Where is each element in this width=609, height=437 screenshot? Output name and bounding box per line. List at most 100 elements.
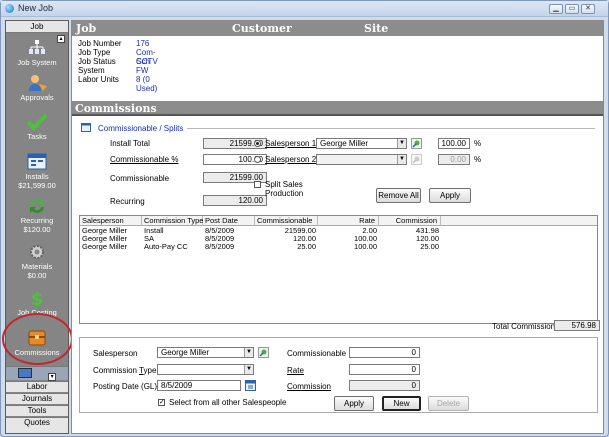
section-title: Commissions: [72, 101, 603, 116]
title-bar: New Job ▁ ▭ ✕: [1, 1, 608, 17]
app-window: New Job ▁ ▭ ✕ Job ▴ Job System Approvals…: [0, 0, 609, 437]
select-all-salespeople-checkbox[interactable]: ✓: [158, 399, 165, 406]
total-commission-label: Total Commission: [492, 322, 556, 331]
group-divider: [187, 128, 595, 129]
cell-commission-type: Auto-Pay CC: [144, 242, 188, 251]
sidebar-item-amount: $0.00: [27, 271, 47, 280]
salesperson2-pct-sign: %: [474, 155, 482, 164]
dropdown-icon[interactable]: ▾: [48, 373, 57, 381]
job-header-bar: Job Customer Site: [72, 21, 603, 36]
highlight-circle: [2, 313, 73, 365]
chevron-down-icon[interactable]: ▼: [244, 365, 253, 374]
entry-new-button[interactable]: New: [382, 396, 421, 411]
entry-commission-type-label: Commission Type: [93, 366, 157, 375]
sidebar-tab-journals[interactable]: Journals: [6, 393, 68, 404]
sidebar-item-label: Job System: [17, 58, 57, 67]
salesperson2-pct-input[interactable]: 0.00: [438, 154, 470, 165]
hierarchy-icon: [26, 39, 48, 57]
maximize-button[interactable]: ▭: [565, 4, 579, 14]
entry-commission-label: Commission: [287, 382, 332, 391]
sidebar-item-label: Recurring: [20, 216, 54, 225]
column-header[interactable]: Commissionable: [255, 216, 318, 226]
gear-icon: [26, 243, 48, 261]
close-button[interactable]: ✕: [581, 4, 595, 14]
installs-window-icon: [26, 153, 48, 171]
table-row[interactable]: George Miller Auto-Pay CC 8/5/2009 25.00…: [80, 243, 597, 251]
entry-salesperson-label: Salesperson: [93, 349, 138, 358]
salesperson1-pct-input[interactable]: 100.00: [438, 138, 470, 149]
job-number-value: 176: [136, 39, 150, 48]
sidebar-tab-quotes[interactable]: Quotes: [6, 417, 68, 433]
remove-all-button[interactable]: Remove All: [376, 188, 421, 203]
cell-post-date: 8/5/2009: [205, 242, 235, 251]
salesperson2-lookup-icon[interactable]: [411, 154, 422, 165]
job-status-value: Sch FW: [136, 57, 150, 75]
job-type-label: Job Type: [78, 48, 111, 57]
entry-apply-button[interactable]: Apply: [334, 396, 374, 411]
sidebar-item-installs[interactable]: Installs $21,599.00: [6, 153, 68, 190]
sidebar-item-job-system[interactable]: Job System: [6, 39, 68, 67]
sidebar-item-amount: $120.00: [23, 225, 51, 234]
system-row: System: [78, 66, 105, 75]
sidebar-tab-tools[interactable]: Tools: [6, 405, 68, 416]
navigation-sidebar: Job ▴ Job System Approvals Tasks Install…: [2, 20, 73, 434]
entry-commissionable-input[interactable]: 0: [349, 347, 420, 358]
header-customer: Customer: [232, 22, 292, 35]
entry-salesperson-lookup-icon[interactable]: [258, 347, 269, 358]
labor-units-value: 8 (0 Used): [136, 75, 158, 93]
column-header[interactable]: Commission: [379, 216, 441, 226]
minimize-button[interactable]: ▁: [549, 4, 563, 14]
commissionable-label: Commissionable: [110, 174, 170, 183]
splits-apply-button[interactable]: Apply: [429, 188, 471, 203]
column-header[interactable]: Salesperson: [80, 216, 142, 226]
table-header: Salesperson Commission Type Post Date Co…: [80, 216, 597, 226]
chevron-down-icon[interactable]: ▼: [397, 139, 406, 148]
salesperson1-select[interactable]: George Miller ▼: [316, 138, 407, 149]
system-label: System: [78, 66, 105, 75]
entry-commission-type-select[interactable]: ▼: [157, 364, 254, 375]
entry-commissionable-label: Commissionable: [287, 349, 347, 358]
salesperson2-radio[interactable]: [254, 156, 261, 163]
chevron-down-icon[interactable]: ▼: [397, 155, 406, 164]
salesperson1-label: Salesperson 1: [265, 139, 317, 148]
salesperson2-select[interactable]: ▼: [316, 154, 407, 165]
commissionable-pct-label: Commissionable %: [110, 155, 179, 164]
total-commission-field: 576.98: [554, 320, 600, 331]
recurring-label: Recurring: [110, 197, 145, 206]
entry-posting-date-label: Posting Date (GL): [93, 382, 158, 391]
job-status-row: Job Status Sch FW: [78, 57, 150, 75]
commissions-table: Salesperson Commission Type Post Date Co…: [79, 215, 598, 324]
sidebar-item-recurring[interactable]: Recurring $120.00: [6, 197, 68, 234]
cell-rate: 100.00: [354, 242, 377, 251]
svg-text:$: $: [31, 289, 44, 307]
splits-group-label: Commissionable / Splits: [98, 124, 184, 133]
entry-salesperson-select[interactable]: George Miller ▼: [157, 347, 254, 358]
column-header[interactable]: Post Date: [203, 216, 255, 226]
column-header[interactable]: Rate: [318, 216, 379, 226]
salesperson1-lookup-icon[interactable]: [411, 138, 422, 149]
split-sales-checkbox[interactable]: [254, 181, 261, 188]
column-header[interactable]: Commission Type: [142, 216, 203, 226]
sidebar-item-materials[interactable]: Materials $0.00: [6, 243, 68, 280]
chevron-down-icon[interactable]: ▼: [244, 348, 253, 357]
window-title: New Job: [18, 3, 54, 13]
entry-delete-button[interactable]: Delete: [428, 396, 469, 411]
salesperson1-radio[interactable]: [254, 140, 261, 147]
sidebar-header[interactable]: Job: [6, 21, 68, 33]
sidebar-item-label: Approvals: [20, 93, 54, 102]
cell-salesperson: George Miller: [82, 242, 128, 251]
salesperson2-label: Salesperson 2: [265, 155, 317, 164]
main-panel: Job Customer Site Job Number 176 Job Type…: [71, 20, 604, 434]
sidebar-item-label: Materials: [21, 262, 53, 271]
install-total-label: Install Total: [110, 139, 150, 148]
header-site: Site: [364, 22, 389, 35]
sidebar-options-strip[interactable]: ▾: [6, 366, 68, 381]
entry-posting-date-input[interactable]: 8/5/2009: [157, 380, 241, 391]
calendar-icon[interactable]: [245, 380, 256, 391]
table-row[interactable]: George Miller Install 8/5/2009 21599.00 …: [80, 227, 597, 235]
sidebar-item-approvals[interactable]: Approvals: [6, 74, 68, 102]
cell-commissionable: 25.00: [297, 242, 316, 251]
sidebar-item-tasks[interactable]: Tasks: [6, 113, 68, 141]
entry-rate-input[interactable]: 0: [349, 364, 420, 375]
sidebar-tab-labor[interactable]: Labor: [6, 381, 68, 392]
